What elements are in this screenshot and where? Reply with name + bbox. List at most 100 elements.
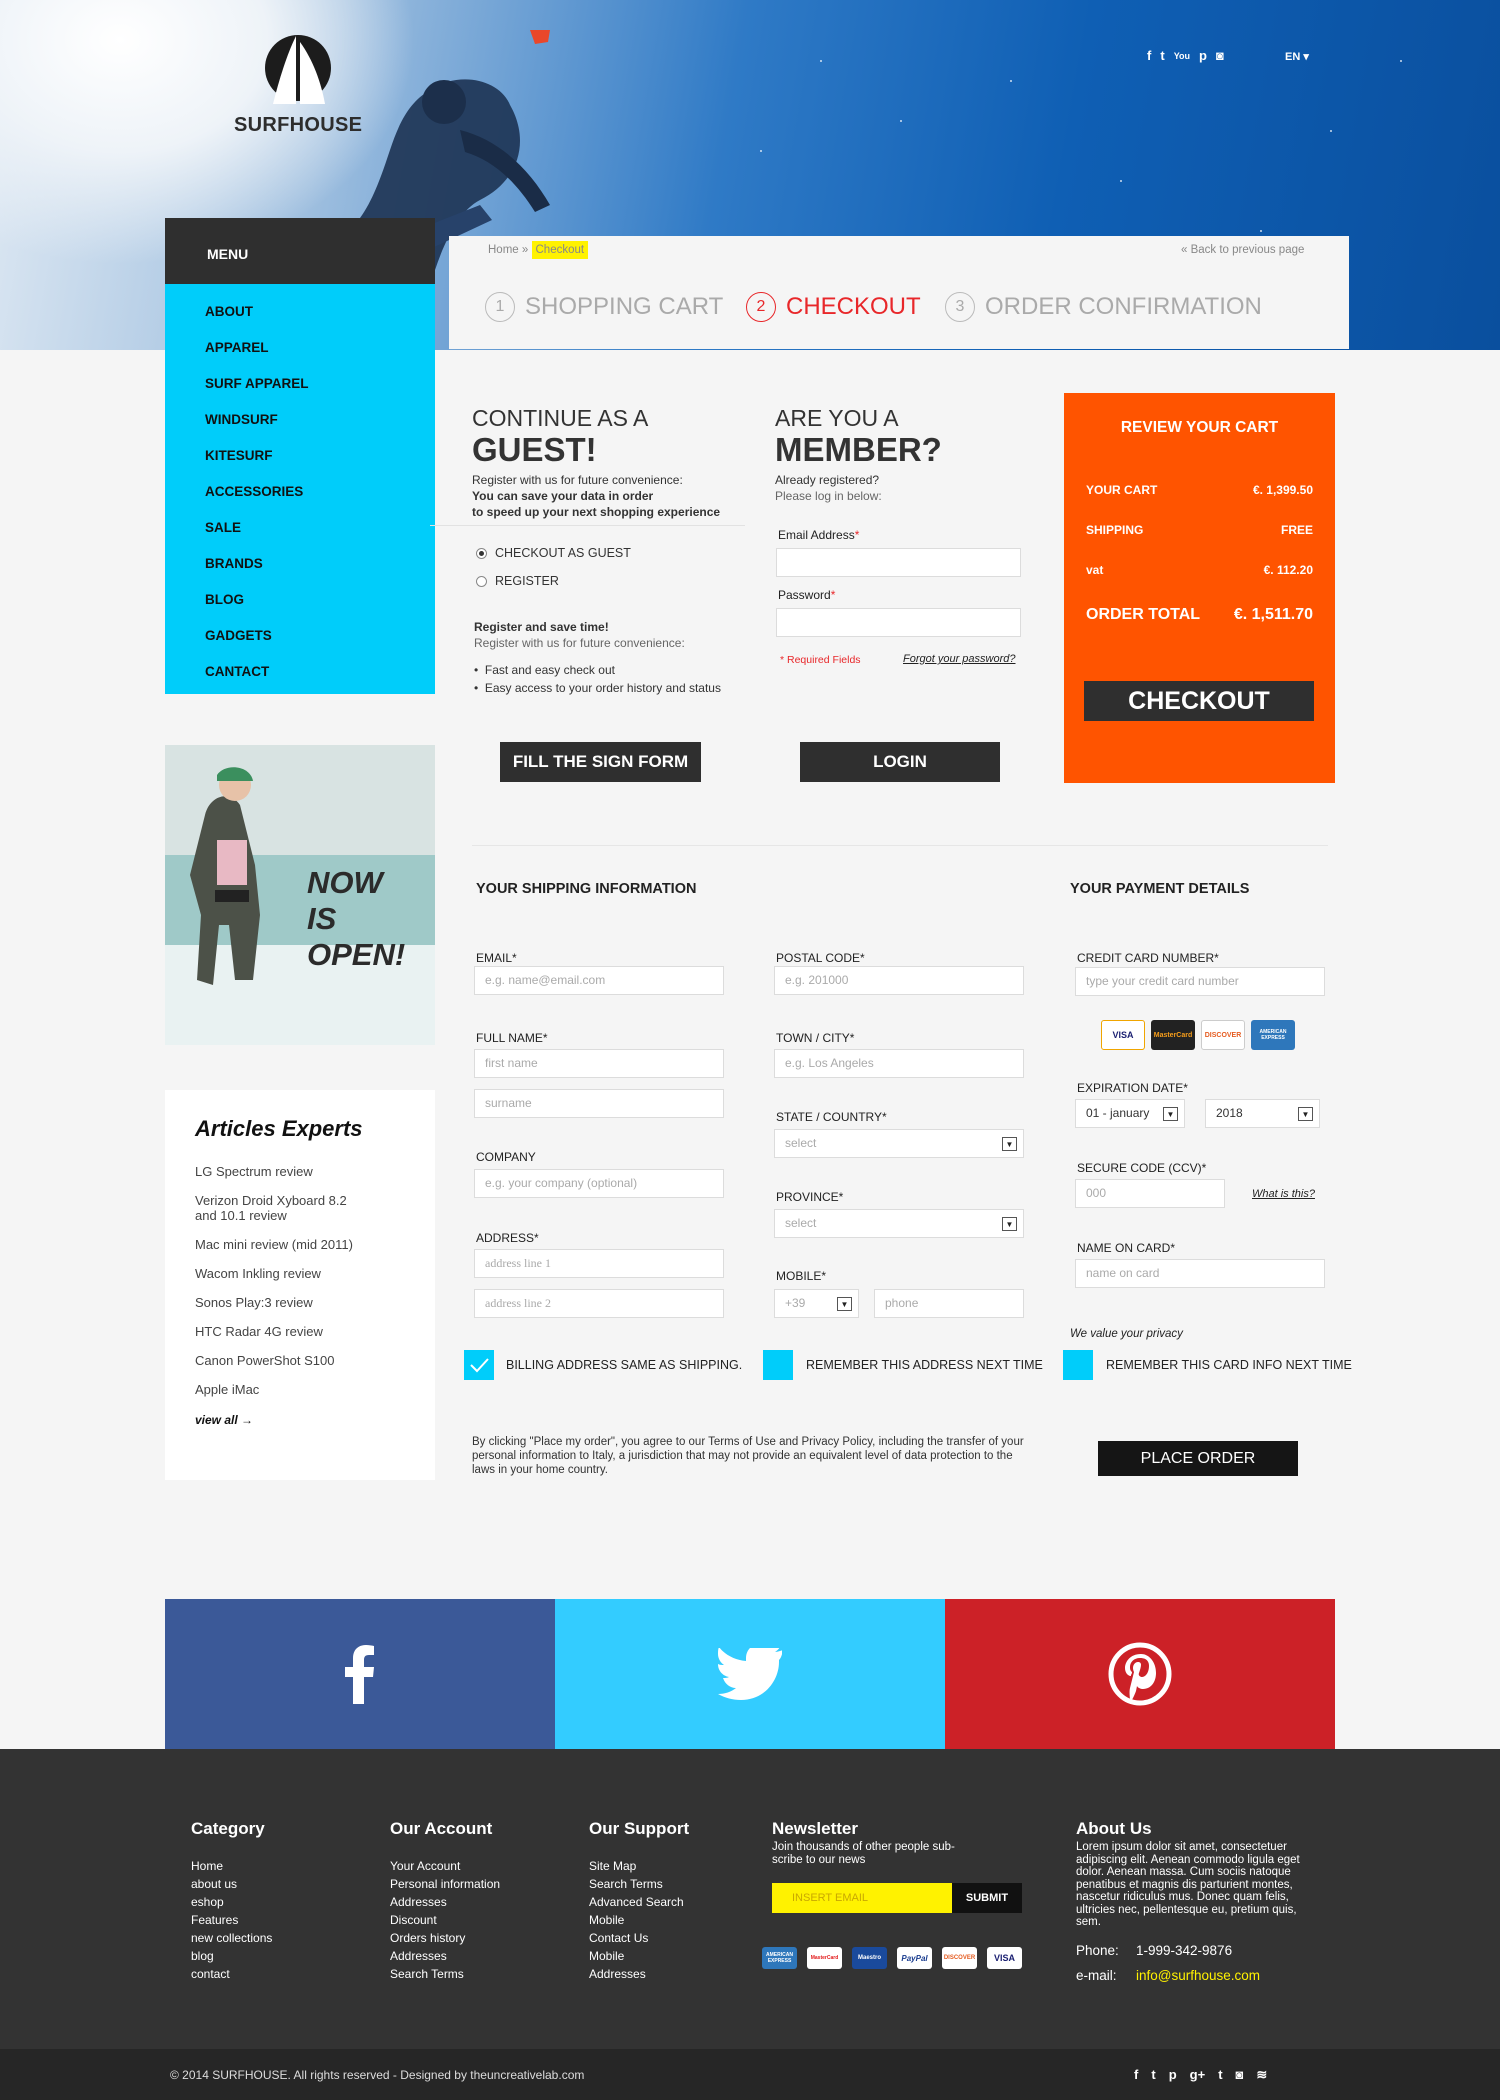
footer-link[interactable]: Search Terms xyxy=(390,1965,500,1983)
login-password-input[interactable] xyxy=(776,608,1021,637)
instagram-icon[interactable]: ◙ xyxy=(1216,48,1224,64)
articles-title: Articles Experts xyxy=(195,1116,363,1141)
pinterest-block[interactable] xyxy=(945,1599,1335,1749)
what-is-this-link[interactable]: What is this? xyxy=(1252,1188,1315,1200)
footer-link[interactable]: about us xyxy=(191,1875,272,1893)
billing-same-checkbox[interactable] xyxy=(464,1350,494,1380)
article-link[interactable]: HTC Radar 4G review xyxy=(195,1324,435,1339)
footer-link[interactable]: Mobile xyxy=(589,1947,689,1965)
rss-icon[interactable]: ≋ xyxy=(1256,2067,1267,2083)
checkout-button[interactable]: CHECKOUT xyxy=(1084,681,1314,721)
province-select[interactable]: select ▼ xyxy=(774,1209,1024,1238)
footer-link[interactable]: Features xyxy=(191,1911,272,1929)
menu-item-accessories[interactable]: ACCESSORIES xyxy=(205,478,435,514)
back-link[interactable]: « Back to previous page xyxy=(1181,244,1304,256)
forgot-password-link[interactable]: Forgot your password? xyxy=(903,653,1016,665)
pinterest-icon[interactable]: p xyxy=(1199,48,1207,64)
menu-item-sale[interactable]: SALE xyxy=(205,514,435,550)
google-plus-icon[interactable]: g+ xyxy=(1190,2067,1206,2083)
remember-card-checkbox[interactable] xyxy=(1063,1350,1093,1380)
menu-item-blog[interactable]: BLOG xyxy=(205,586,435,622)
menu-item-kitesurf[interactable]: KITESURF xyxy=(205,442,435,478)
address-line1-input[interactable]: address line 1 xyxy=(474,1249,724,1278)
youtube-icon[interactable]: You xyxy=(1174,48,1190,64)
footer-link[interactable]: Addresses xyxy=(390,1893,500,1911)
fill-sign-form-button[interactable]: FILL THE SIGN FORM xyxy=(500,742,701,782)
footer-link[interactable]: Home xyxy=(191,1857,272,1875)
twitter-icon[interactable]: t xyxy=(1151,2067,1155,2083)
step-order-confirmation[interactable]: 3 ORDER CONFIRMATION xyxy=(945,292,1262,322)
surname-input[interactable]: surname xyxy=(474,1089,724,1118)
breadcrumb-home[interactable]: Home xyxy=(488,244,519,256)
footer-link[interactable]: Orders history xyxy=(390,1929,500,1947)
town-city-input[interactable]: e.g. Los Angeles xyxy=(774,1049,1024,1078)
email-input[interactable]: e.g. name@email.com xyxy=(474,966,724,995)
tumblr-icon[interactable]: t xyxy=(1218,2067,1222,2083)
promo-banner[interactable]: NOW IS OPEN! xyxy=(165,745,435,1045)
state-country-select[interactable]: select ▼ xyxy=(774,1129,1024,1158)
facebook-icon[interactable]: f xyxy=(1147,48,1151,64)
footer-link[interactable]: Addresses xyxy=(390,1947,500,1965)
view-all-link[interactable]: view all → xyxy=(195,1413,435,1427)
postal-code-input[interactable]: e.g. 201000 xyxy=(774,966,1024,995)
expiration-month-select[interactable]: 01 - january ▼ xyxy=(1075,1099,1185,1128)
article-link[interactable]: Wacom Inkling review xyxy=(195,1266,435,1281)
footer-link[interactable]: blog xyxy=(191,1947,272,1965)
article-link[interactable]: Mac mini review (mid 2011) xyxy=(195,1237,435,1252)
menu-item-windsurf[interactable]: WINDSURF xyxy=(205,406,435,442)
menu-item-brands[interactable]: BRANDS xyxy=(205,550,435,586)
footer-link[interactable]: Advanced Search xyxy=(589,1893,689,1911)
name-on-card-input[interactable]: name on card xyxy=(1075,1259,1325,1288)
step-shopping-cart[interactable]: 1 SHOPPING CART xyxy=(485,292,723,322)
expiration-year-select[interactable]: 2018 ▼ xyxy=(1205,1099,1320,1128)
menu-item-contact[interactable]: CANTACT xyxy=(205,658,435,694)
footer-link[interactable]: Personal information xyxy=(390,1875,500,1893)
footer-link[interactable]: Discount xyxy=(390,1911,500,1929)
step-checkout[interactable]: 2 CHECKOUT xyxy=(746,292,921,322)
login-email-input[interactable] xyxy=(776,548,1021,577)
credit-card-input[interactable]: type your credit card number xyxy=(1075,967,1325,996)
footer-link[interactable]: Your Account xyxy=(390,1857,500,1875)
article-link[interactable]: Verizon Droid Xyboard 8.2 and 10.1 revie… xyxy=(195,1193,370,1223)
brand-logo[interactable]: SURFHOUSE xyxy=(234,30,362,137)
company-input[interactable]: e.g. your company (optional) xyxy=(474,1169,724,1198)
footer-link[interactable]: Site Map xyxy=(589,1857,689,1875)
footer-link[interactable]: new collections xyxy=(191,1929,272,1947)
article-link[interactable]: LG Spectrum review xyxy=(195,1164,435,1179)
footer-link[interactable]: Addresses xyxy=(589,1965,689,1983)
footer-link[interactable]: eshop xyxy=(191,1893,272,1911)
newsletter-email-input[interactable]: INSERT EMAIL xyxy=(772,1883,952,1913)
radio-register[interactable]: REGISTER xyxy=(476,574,559,588)
mobile-prefix-select[interactable]: +39 ▼ xyxy=(774,1289,859,1318)
menu-item-about[interactable]: ABOUT xyxy=(205,298,435,334)
section-divider xyxy=(472,845,1328,846)
first-name-input[interactable]: first name xyxy=(474,1049,724,1078)
article-link[interactable]: Apple iMac xyxy=(195,1382,435,1397)
remember-address-checkbox[interactable] xyxy=(763,1350,793,1380)
footer-link[interactable]: Mobile xyxy=(589,1911,689,1929)
twitter-block[interactable] xyxy=(555,1599,945,1749)
phone-input[interactable]: phone xyxy=(874,1289,1024,1318)
ccv-input[interactable]: 000 xyxy=(1075,1179,1225,1208)
language-select[interactable]: EN ▾ xyxy=(1285,50,1309,63)
email-link[interactable]: info@surfhouse.com xyxy=(1136,1968,1260,1983)
login-button[interactable]: LOGIN xyxy=(800,742,1000,782)
instagram-icon[interactable]: ◙ xyxy=(1236,2067,1244,2083)
footer-link[interactable]: Contact Us xyxy=(589,1929,689,1947)
newsletter-submit-button[interactable]: SUBMIT xyxy=(952,1883,1022,1913)
twitter-icon[interactable]: t xyxy=(1160,48,1164,64)
article-link[interactable]: Sonos Play:3 review xyxy=(195,1295,435,1310)
shipping-title: YOUR SHIPPING INFORMATION xyxy=(476,881,697,897)
address-line2-input[interactable]: address line 2 xyxy=(474,1289,724,1318)
pinterest-icon[interactable]: p xyxy=(1169,2067,1177,2083)
menu-item-apparel[interactable]: APPAREL xyxy=(205,334,435,370)
menu-item-gadgets[interactable]: GADGETS xyxy=(205,622,435,658)
radio-checkout-as-guest[interactable]: CHECKOUT AS GUEST xyxy=(476,546,631,560)
facebook-block[interactable] xyxy=(165,1599,555,1749)
footer-link[interactable]: contact xyxy=(191,1965,272,1983)
article-link[interactable]: Canon PowerShot S100 xyxy=(195,1353,435,1368)
footer-link[interactable]: Search Terms xyxy=(589,1875,689,1893)
menu-item-surf-apparel[interactable]: SURF APPAREL xyxy=(205,370,435,406)
place-order-button[interactable]: PLACE ORDER xyxy=(1098,1441,1298,1476)
facebook-icon[interactable]: f xyxy=(1134,2067,1138,2083)
